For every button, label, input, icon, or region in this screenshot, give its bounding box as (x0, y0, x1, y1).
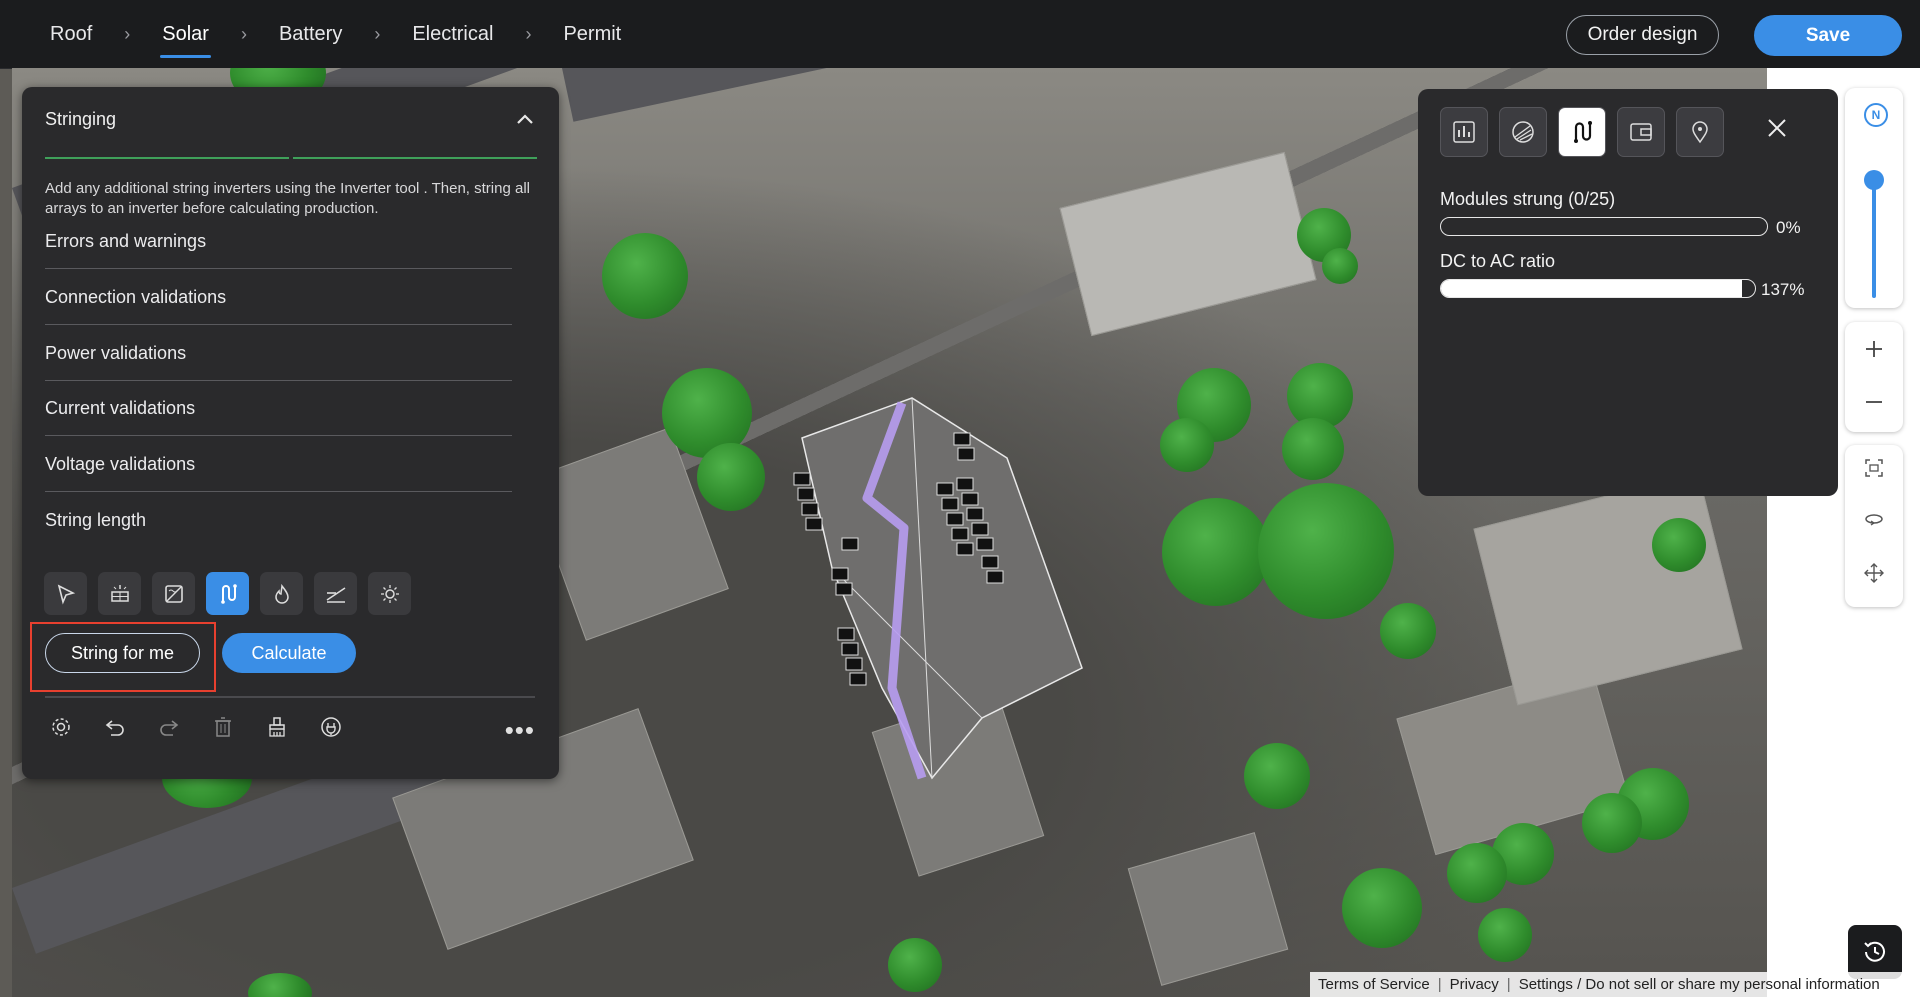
section-errors-warnings[interactable]: Errors and warnings (45, 214, 512, 269)
crumb-permit[interactable]: Permit (561, 0, 623, 68)
chevron-right-icon: › (525, 23, 532, 44)
workflow-breadcrumb: Roof › Solar › Battery › Electrical › Pe… (48, 0, 623, 68)
zoom-out-icon[interactable] (1860, 388, 1888, 416)
stringing-icon[interactable] (1558, 107, 1606, 157)
rotate-view-icon[interactable] (1860, 506, 1888, 534)
tab-indicator-1 (45, 157, 289, 159)
string-for-me-button[interactable]: String for me (45, 633, 200, 673)
order-design-button[interactable]: Order design (1566, 15, 1719, 55)
settings-link[interactable]: Settings / Do not sell or share my perso… (1519, 976, 1880, 993)
array-icon[interactable] (98, 572, 141, 615)
chevron-right-icon: › (374, 23, 381, 44)
metrics-tabs (1440, 107, 1724, 157)
top-navigation-bar: Roof › Solar › Battery › Electrical › Pe… (0, 0, 1920, 69)
bottom-toolbar (46, 712, 346, 742)
footer-separator: | (1437, 976, 1442, 993)
power-icon[interactable] (316, 712, 346, 742)
settings-icon[interactable] (46, 712, 76, 742)
section-power-validations[interactable]: Power validations (45, 326, 512, 381)
pan-icon[interactable] (1860, 559, 1888, 587)
history-icon (1864, 941, 1885, 962)
irradiance-icon[interactable] (368, 572, 411, 615)
divider (45, 696, 535, 698)
modules-strung-label: Modules strung (0/25) (1440, 189, 1616, 209)
history-button[interactable] (1848, 925, 1902, 979)
dc-ac-ratio-label: DC to AC ratio (1440, 251, 1556, 271)
tilt-slider-track[interactable] (1872, 178, 1876, 298)
tool-row (44, 572, 411, 615)
crumb-electrical[interactable]: Electrical (410, 0, 495, 68)
shade-icon[interactable] (1499, 107, 1547, 157)
dc-ac-ratio-bar (1440, 279, 1756, 298)
panel-title: Stringing (45, 109, 117, 129)
footer-separator: | (1506, 976, 1511, 993)
trash-icon[interactable] (208, 712, 238, 742)
dc-ac-ratio-value: 137% (1761, 280, 1805, 299)
fire-setback-icon[interactable] (260, 572, 303, 615)
redo-icon[interactable] (154, 712, 184, 742)
stringing-description: Add any additional string inverters usin… (45, 180, 530, 217)
terms-link[interactable]: Terms of Service (1318, 976, 1430, 993)
chart-icon[interactable] (1440, 107, 1488, 157)
calculate-button[interactable]: Calculate (222, 633, 356, 673)
stringing-icon[interactable] (206, 572, 249, 615)
inverter-icon[interactable] (152, 572, 195, 615)
crumb-battery[interactable]: Battery (277, 0, 344, 68)
zoom-in-icon[interactable] (1860, 335, 1888, 363)
location-icon[interactable] (1676, 107, 1724, 157)
tilt-slider-handle[interactable] (1864, 170, 1884, 190)
section-voltage-validations[interactable]: Voltage validations (45, 437, 512, 492)
privacy-link[interactable]: Privacy (1450, 976, 1499, 993)
dc-ac-ratio-fill (1441, 280, 1743, 297)
close-icon[interactable] (1764, 115, 1790, 141)
fit-view-icon[interactable] (1860, 454, 1888, 482)
metrics-panel: Modules strung (0/25) 0% DC to AC ratio … (1418, 89, 1838, 496)
map-footer: Terms of Service | Privacy | Settings / … (1310, 972, 1920, 997)
chevron-up-icon[interactable] (515, 111, 535, 127)
undo-icon[interactable] (100, 712, 130, 742)
modules-strung-value: 0% (1776, 218, 1801, 237)
modules-strung-bar (1440, 217, 1768, 236)
section-current-validations[interactable]: Current validations (45, 381, 512, 436)
more-options-button[interactable]: ••• (505, 715, 535, 746)
crumb-solar[interactable]: Solar (160, 0, 211, 68)
stringing-panel: Stringing Add any additional string inve… (22, 87, 559, 779)
roof-layout[interactable] (772, 388, 1112, 788)
select-icon[interactable] (44, 572, 87, 615)
tab-indicator-2 (293, 157, 537, 159)
section-string-length[interactable]: String length (45, 493, 512, 548)
section-connection-validations[interactable]: Connection validations (45, 270, 512, 325)
save-button[interactable]: Save (1754, 15, 1902, 56)
clear-icon[interactable] (262, 712, 292, 742)
wallet-icon[interactable] (1617, 107, 1665, 157)
wire-icon[interactable] (314, 572, 357, 615)
chevron-right-icon: › (240, 23, 247, 44)
compass-icon[interactable]: N (1864, 103, 1888, 127)
chevron-right-icon: › (124, 23, 131, 44)
crumb-roof[interactable]: Roof (48, 0, 94, 68)
